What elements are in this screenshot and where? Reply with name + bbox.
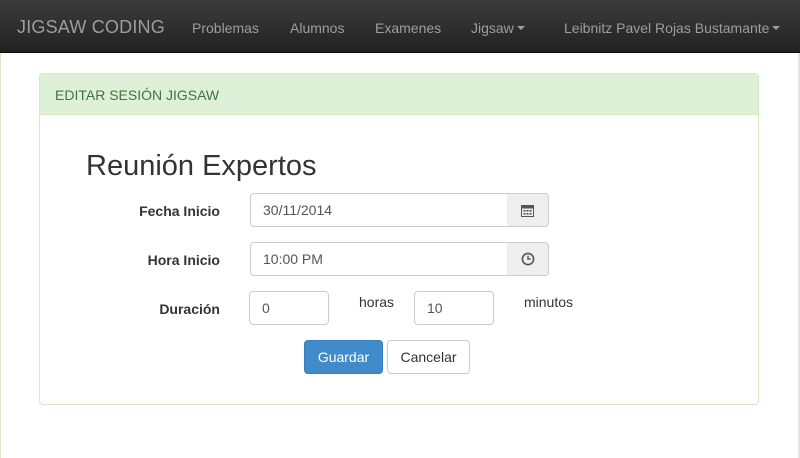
caret-down-icon (516, 26, 525, 31)
fecha-inicio-input[interactable]: 30/11/2014 (250, 193, 508, 227)
nav-item-problemas[interactable]: Problemas (192, 20, 259, 36)
horas-unit-label: horas (359, 294, 395, 310)
hora-inicio-input[interactable]: 10:00 PM (250, 242, 508, 276)
nav-item-examenes[interactable]: Examenes (375, 20, 441, 36)
page-title: Reunión Expertos (86, 150, 317, 182)
fecha-inicio-label: Fecha Inicio (139, 203, 220, 219)
hora-inicio-group: 10:00 PM (250, 242, 549, 276)
nav-item-alumnos[interactable]: Alumnos (290, 20, 344, 36)
top-navbar: JIGSAW CODING Problemas Alumnos Examenes… (0, 0, 800, 53)
caret-down-icon (772, 26, 781, 31)
nav-dropdown-jigsaw[interactable]: Jigsaw (471, 20, 525, 36)
minutos-unit-label: minutos (524, 294, 574, 310)
duracion-label: Duración (159, 301, 220, 317)
brand-logo[interactable]: JIGSAW CODING (17, 17, 165, 38)
clock-icon (521, 252, 534, 266)
clock-button[interactable] (507, 242, 549, 276)
user-menu[interactable]: Leibnitz Pavel Rojas Bustamante (564, 20, 781, 36)
nav-dropdown-jigsaw-label: Jigsaw (471, 20, 514, 36)
save-button[interactable]: Guardar (304, 340, 383, 374)
calendar-icon (521, 204, 534, 217)
cancel-button[interactable]: Cancelar (387, 340, 470, 374)
calendar-button[interactable] (507, 193, 549, 227)
fecha-inicio-group: 30/11/2014 (250, 193, 549, 227)
hora-inicio-label: Hora Inicio (147, 252, 220, 268)
page-left-border (0, 53, 1, 458)
minutos-input[interactable]: 10 (414, 291, 494, 325)
panel-heading: EDITAR SESIÓN JIGSAW (40, 74, 758, 115)
user-name: Leibnitz Pavel Rojas Bustamante (564, 20, 770, 36)
horas-input[interactable]: 0 (249, 291, 329, 325)
